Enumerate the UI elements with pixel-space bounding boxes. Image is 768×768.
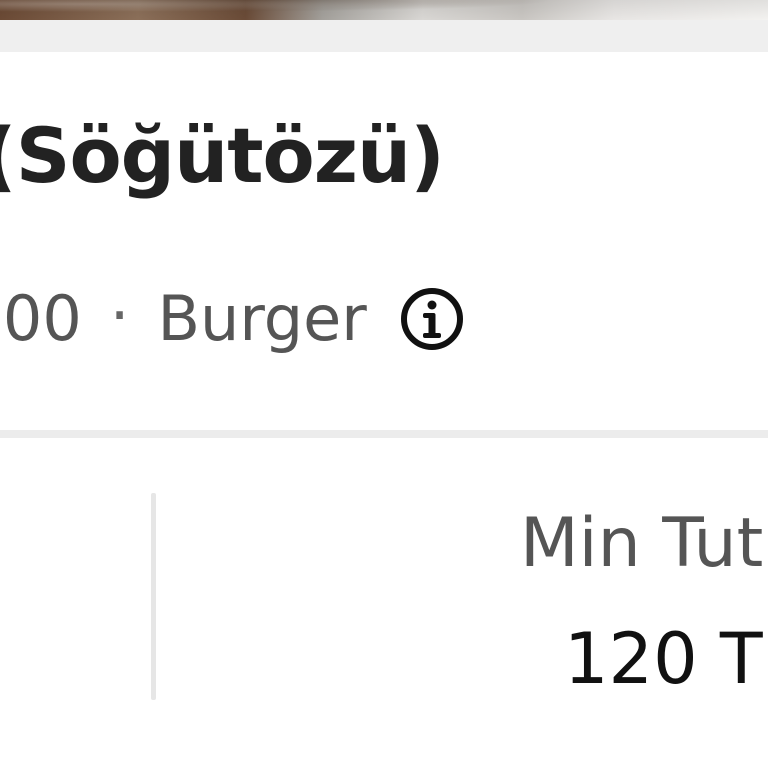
restaurant-cover-image <box>0 0 768 20</box>
minimum-order-value: 120 T <box>564 618 763 700</box>
restaurant-page: (Söğütözü) :00 · Burger Min Tut 120 T <box>0 0 768 768</box>
info-icon[interactable] <box>399 286 465 352</box>
opening-hours: :00 <box>0 282 82 355</box>
restaurant-info-card <box>0 52 768 430</box>
restaurant-stats: Min Tut 120 T <box>0 438 768 768</box>
restaurant-meta-row: :00 · Burger <box>0 279 465 355</box>
minimum-order-label: Min Tut <box>520 504 764 583</box>
section-divider <box>0 430 768 438</box>
meta-separator: · <box>109 279 130 352</box>
cover-image-shading <box>0 0 768 20</box>
stats-vertical-divider <box>151 493 156 700</box>
restaurant-category: Burger <box>157 282 367 355</box>
restaurant-title: (Söğütözü) <box>0 111 445 200</box>
